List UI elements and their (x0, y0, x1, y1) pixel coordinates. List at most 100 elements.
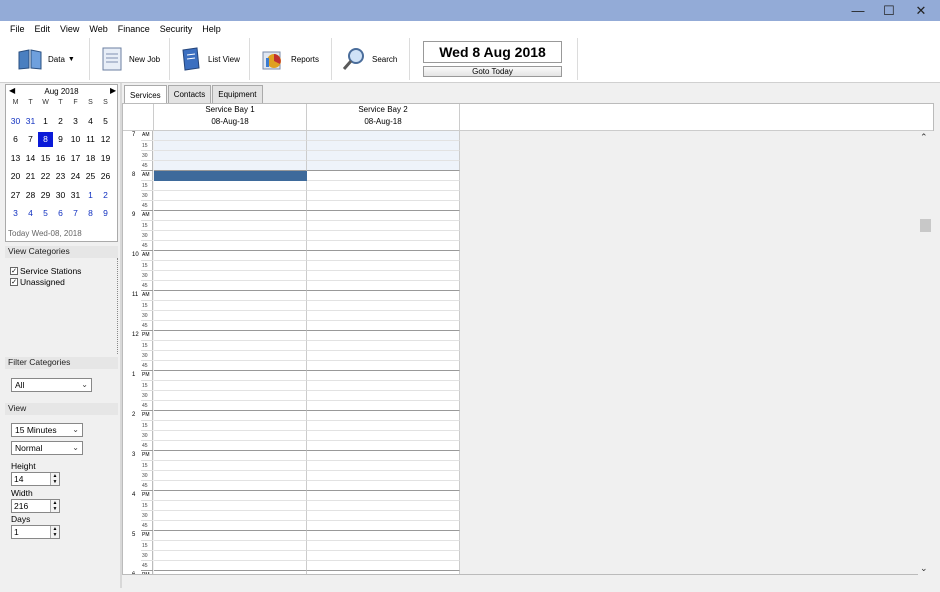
time-slot-service-bay-1[interactable] (154, 431, 307, 441)
calendar-day[interactable]: 30 (53, 187, 68, 202)
time-slot-service-bay-2[interactable] (307, 411, 460, 421)
search-button[interactable]: Search (341, 36, 397, 82)
calendar-day[interactable]: 26 (98, 169, 113, 184)
time-slot-service-bay-1[interactable] (154, 211, 307, 221)
menu-help[interactable]: Help (197, 24, 226, 34)
time-slot-service-bay-1[interactable] (154, 221, 307, 231)
calendar-day[interactable]: 18 (83, 150, 98, 165)
close-icon[interactable]: ✕ (905, 0, 937, 21)
reports-button[interactable]: Reports (260, 36, 319, 82)
time-slot-service-bay-1[interactable] (154, 491, 307, 501)
interval-select[interactable]: 15 Minutes ⌄ (11, 423, 83, 437)
time-slot-service-bay-2[interactable] (307, 481, 460, 491)
time-slot-service-bay-1[interactable] (154, 371, 307, 381)
calendar-day[interactable]: 6 (53, 206, 68, 221)
tab-equipment[interactable]: Equipment (212, 85, 263, 103)
menu-finance[interactable]: Finance (113, 24, 155, 34)
time-slot-service-bay-1[interactable] (154, 341, 307, 351)
time-slot-service-bay-2[interactable] (307, 171, 460, 181)
time-slot-service-bay-2[interactable] (307, 201, 460, 211)
time-slot-service-bay-2[interactable] (307, 321, 460, 331)
menu-web[interactable]: Web (84, 24, 112, 34)
calendar-day[interactable]: 23 (53, 169, 68, 184)
time-slot-service-bay-2[interactable] (307, 161, 460, 171)
time-slot-service-bay-1[interactable] (154, 231, 307, 241)
time-slot-service-bay-2[interactable] (307, 301, 460, 311)
calendar-day[interactable]: 2 (98, 187, 113, 202)
time-slot-service-bay-2[interactable] (307, 151, 460, 161)
time-slot-service-bay-1[interactable] (154, 451, 307, 461)
today-label[interactable]: Today Wed-08, 2018 (8, 229, 82, 238)
calendar-day[interactable]: 31 (23, 113, 38, 128)
category-checkbox-service-stations[interactable]: ✓ Service Stations (10, 266, 81, 276)
appointment-block[interactable] (154, 171, 307, 181)
time-slot-service-bay-1[interactable] (154, 271, 307, 281)
time-slot-service-bay-1[interactable] (154, 131, 307, 141)
time-slot-service-bay-1[interactable] (154, 331, 307, 341)
vertical-scrollbar[interactable] (918, 131, 934, 575)
time-slot-service-bay-2[interactable] (307, 561, 460, 571)
calendar-day[interactable]: 8 (83, 206, 98, 221)
calendar-day[interactable]: 25 (83, 169, 98, 184)
time-slot-service-bay-1[interactable] (154, 501, 307, 511)
calendar-day[interactable]: 10 (68, 132, 83, 147)
time-slot-service-bay-1[interactable] (154, 541, 307, 551)
time-slot-service-bay-2[interactable] (307, 371, 460, 381)
calendar-day[interactable]: 16 (53, 150, 68, 165)
next-month-arrow-icon[interactable]: ▶ (110, 86, 116, 95)
time-slot-service-bay-1[interactable] (154, 521, 307, 531)
menu-edit[interactable]: Edit (30, 24, 56, 34)
calendar-day[interactable]: 22 (38, 169, 53, 184)
calendar-day[interactable]: 5 (38, 206, 53, 221)
menu-file[interactable]: File (0, 24, 30, 34)
calendar-day[interactable]: 3 (68, 113, 83, 128)
time-slot-service-bay-1[interactable] (154, 471, 307, 481)
time-slot-service-bay-2[interactable] (307, 381, 460, 391)
calendar-day[interactable]: 7 (68, 206, 83, 221)
time-slot-service-bay-2[interactable] (307, 541, 460, 551)
calendar-day[interactable]: 4 (83, 113, 98, 128)
time-slot-service-bay-2[interactable] (307, 251, 460, 261)
calendar-day[interactable]: 15 (38, 150, 53, 165)
time-slot-service-bay-2[interactable] (307, 551, 460, 561)
time-slot-service-bay-1[interactable] (154, 411, 307, 421)
calendar-day[interactable]: 21 (23, 169, 38, 184)
menu-view[interactable]: View (55, 24, 84, 34)
calendar-day[interactable]: 27 (8, 187, 23, 202)
time-slot-service-bay-1[interactable] (154, 141, 307, 151)
new-job-button[interactable]: New Job (100, 36, 160, 82)
calendar-day[interactable]: 19 (98, 150, 113, 165)
time-slot-service-bay-2[interactable] (307, 351, 460, 361)
calendar-day[interactable]: 24 (68, 169, 83, 184)
time-slot-service-bay-2[interactable] (307, 191, 460, 201)
time-slot-service-bay-1[interactable] (154, 391, 307, 401)
calendar-day[interactable]: 9 (53, 132, 68, 147)
stepper-arrows-icon[interactable]: ▲ ▼ (50, 473, 59, 485)
time-slot-service-bay-1[interactable] (154, 161, 307, 171)
time-slot-service-bay-1[interactable] (154, 181, 307, 191)
time-slot-service-bay-1[interactable] (154, 531, 307, 541)
calendar-day[interactable]: 6 (8, 132, 23, 147)
time-slot-service-bay-2[interactable] (307, 401, 460, 411)
time-slot-service-bay-2[interactable] (307, 391, 460, 401)
time-slot-service-bay-2[interactable] (307, 511, 460, 521)
goto-today-button[interactable]: Goto Today (423, 66, 562, 77)
time-slot-service-bay-1[interactable] (154, 281, 307, 291)
calendar-day[interactable]: 1 (83, 187, 98, 202)
calendar-day[interactable]: 28 (23, 187, 38, 202)
list-view-button[interactable]: List View (179, 36, 240, 82)
scroll-down-icon[interactable]: ⌄ (920, 563, 928, 574)
time-slot-service-bay-1[interactable] (154, 311, 307, 321)
data-button[interactable]: Data ▼ (17, 36, 75, 82)
time-slot-service-bay-2[interactable] (307, 261, 460, 271)
time-slot-service-bay-2[interactable] (307, 241, 460, 251)
calendar-day[interactable]: 3 (8, 206, 23, 221)
time-slot-service-bay-2[interactable] (307, 531, 460, 541)
time-slot-service-bay-1[interactable] (154, 461, 307, 471)
time-slot-service-bay-2[interactable] (307, 141, 460, 151)
time-slot-service-bay-1[interactable] (154, 151, 307, 161)
time-slot-service-bay-1[interactable] (154, 441, 307, 451)
stepper-arrows-icon[interactable]: ▲ ▼ (50, 500, 59, 512)
time-slot-service-bay-2[interactable] (307, 181, 460, 191)
menu-security[interactable]: Security (155, 24, 198, 34)
